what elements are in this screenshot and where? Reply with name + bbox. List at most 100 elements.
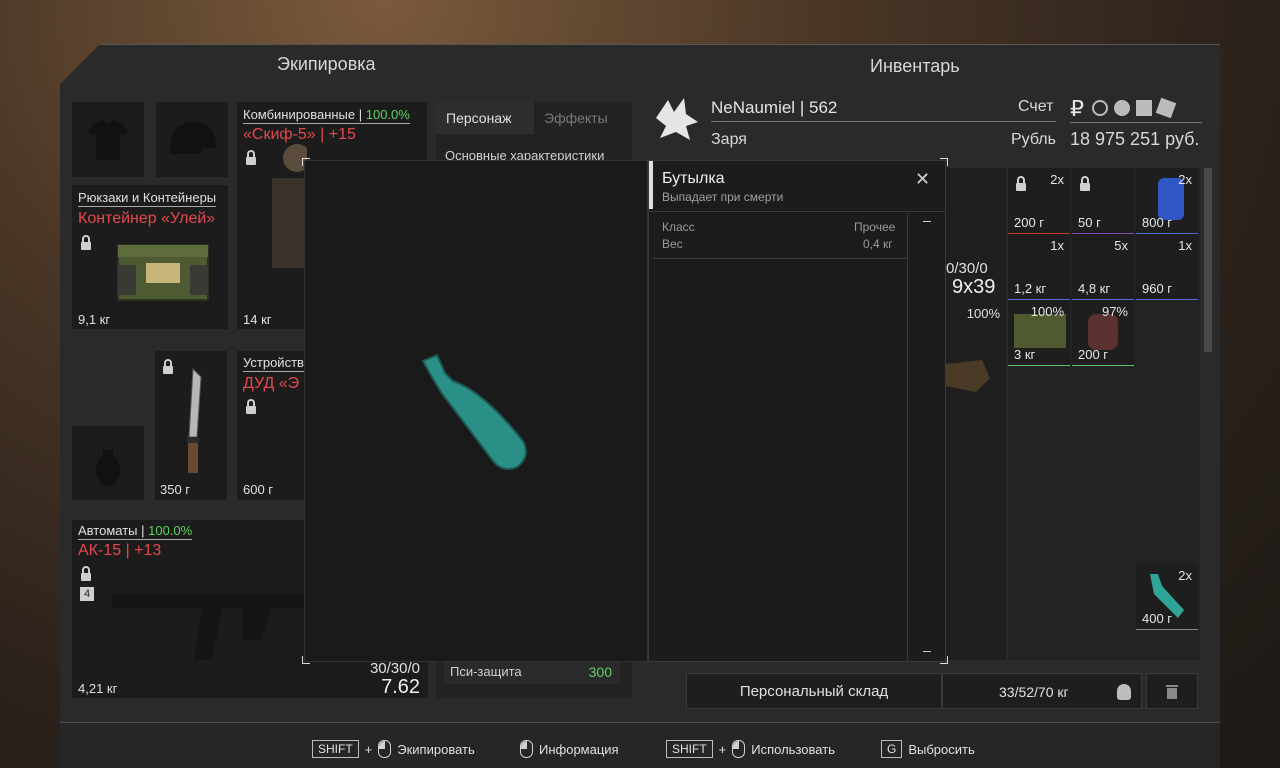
upgrade-badge: 4 [80, 587, 94, 601]
inventory-cell[interactable]: 50 г [1072, 168, 1134, 234]
scrollbar-thumb[interactable] [1204, 168, 1212, 352]
hint-label: Экипировать [397, 741, 475, 757]
shirt-slot[interactable] [72, 102, 144, 177]
player-faction: Заря [711, 131, 747, 148]
partial-condition: 100% [966, 306, 1000, 321]
player-level: 562 [808, 98, 838, 117]
device-category: Устройств [243, 355, 304, 372]
cell-count: 1x [1178, 238, 1192, 253]
hint-info[interactable]: Информация [520, 740, 619, 758]
inventory-cell[interactable]: 97% 200 г [1072, 300, 1134, 366]
lock-icon [246, 399, 256, 415]
inventory-cell[interactable]: 100% 3 кг [1008, 300, 1070, 366]
item-preview [304, 160, 648, 662]
lock-icon [163, 359, 173, 375]
mouse-left-icon [378, 740, 392, 758]
helmet-slot[interactable] [156, 102, 228, 177]
tab-effects[interactable]: Эффекты [534, 102, 632, 134]
tab-character[interactable]: Персонаж [436, 102, 534, 134]
tickets-icon[interactable] [1155, 97, 1177, 119]
partial-caliber: 9x39 [952, 276, 996, 298]
grenade-slot[interactable] [72, 426, 144, 500]
rifle-condition: 100.0% [148, 523, 193, 538]
grenade-icon [96, 450, 120, 486]
gear-icon[interactable] [1092, 100, 1108, 116]
weight-value: 0,4 кг [863, 237, 893, 251]
partial-ammo: 0/30/0 [946, 260, 988, 277]
lock-icon [246, 150, 256, 166]
cell-weight: 400 г [1142, 611, 1173, 626]
cell-weight: 50 г [1078, 215, 1101, 230]
backpack-name: Контейнер «Улей» [78, 210, 216, 227]
personal-storage-button[interactable]: Персональный склад [686, 673, 942, 709]
cell-count: 2x [1178, 568, 1192, 583]
account-label: Счет [1018, 98, 1054, 115]
container-icon [117, 244, 209, 301]
shirt-icon [88, 120, 128, 160]
item-title: Бутылка [662, 170, 725, 187]
armor-category-label: Комбинированные | [243, 107, 363, 122]
inventory-cell[interactable]: 2x 200 г [1008, 168, 1070, 234]
inventory-cell[interactable]: 1x 1,2 кг [1008, 234, 1070, 300]
tooltip-divider [653, 258, 907, 259]
device-slot[interactable]: Устройств ДУД «Э 600 г [237, 351, 307, 500]
tooltip-accent [649, 161, 653, 209]
cell-count: 5x [1114, 238, 1128, 253]
cell-weight: 800 г [1142, 215, 1173, 230]
inventory-cell[interactable]: 5x 4,8 кг [1072, 234, 1134, 300]
inventory-cell[interactable]: 2x 800 г [1136, 168, 1198, 234]
inventory-scrollbar[interactable] [1202, 168, 1214, 660]
knife-slot[interactable]: 350 г [155, 351, 227, 500]
rifle-caliber: 7.62 [381, 676, 420, 698]
trash-icon [1166, 685, 1178, 699]
rifle-ammo: 30/30/0 [369, 660, 420, 677]
cell-weight: 3 кг [1014, 347, 1036, 362]
rifle-name: АК-15 | +13 [78, 542, 162, 559]
lock-icon [81, 566, 91, 582]
partial-item-area: 0/30/0 9x39 100% [946, 168, 1006, 660]
hint-label: Использовать [751, 741, 835, 757]
hint-use[interactable]: SHIFT + Использовать [666, 740, 835, 758]
artifact-icon [1088, 314, 1118, 350]
helmet-icon [170, 122, 216, 154]
equipment-header: Экипировка [277, 54, 376, 74]
psi-row: Пси-защита 300 [444, 660, 620, 684]
cell-count: 97% [1101, 304, 1128, 319]
balance-divider [1070, 122, 1202, 123]
currency-icons [1092, 97, 1177, 119]
player-info: NeNaumiel | 562 [711, 98, 837, 118]
mouse-icon [732, 740, 746, 758]
inventory-cell[interactable]: 1x 960 г [1136, 234, 1198, 300]
inventory-cell[interactable]: 2x 400 г [1136, 564, 1198, 630]
backpack-slot[interactable]: Рюкзаки и Контейнеры Контейнер «Улей» 9,… [72, 185, 228, 329]
psi-value: 300 [588, 664, 612, 680]
device-icon [1014, 314, 1066, 348]
close-icon[interactable]: ✕ [915, 169, 930, 190]
cell-weight: 200 г [1078, 347, 1109, 362]
coin-icon[interactable] [1114, 100, 1130, 116]
item-subtitle: Выпадает при смерти [662, 190, 784, 204]
bag-icon [946, 360, 990, 392]
tokens-icon[interactable] [1136, 100, 1152, 116]
tooltip-divider [649, 211, 945, 212]
class-key: Класс [662, 220, 695, 234]
rifle-category: Автоматы | 100.0% [78, 523, 193, 540]
cell-weight: 1,2 кг [1014, 281, 1047, 296]
tooltip-scroll-track[interactable] [907, 213, 908, 661]
hint-equip[interactable]: SHIFT + Экипировать [312, 740, 475, 758]
rifle-icon [112, 594, 312, 660]
currency-label: Рубль [1011, 131, 1056, 148]
lock-icon [1080, 176, 1090, 192]
bottle-icon [421, 353, 527, 470]
inventory-header: Инвентарь [870, 56, 960, 76]
shield-icon [1016, 176, 1026, 192]
shift-key: SHIFT [666, 740, 713, 758]
storage-weight-box: 33/52/70 кг [942, 673, 1142, 709]
hint-label: Информация [539, 741, 619, 757]
cell-weight: 200 г [1014, 215, 1045, 230]
hint-drop[interactable]: G Выбросить [881, 740, 975, 758]
backpack-weight: 9,1 кг [78, 312, 111, 327]
g-key: G [881, 740, 903, 758]
trash-button[interactable] [1146, 673, 1198, 709]
plus-sign: + [718, 741, 727, 757]
